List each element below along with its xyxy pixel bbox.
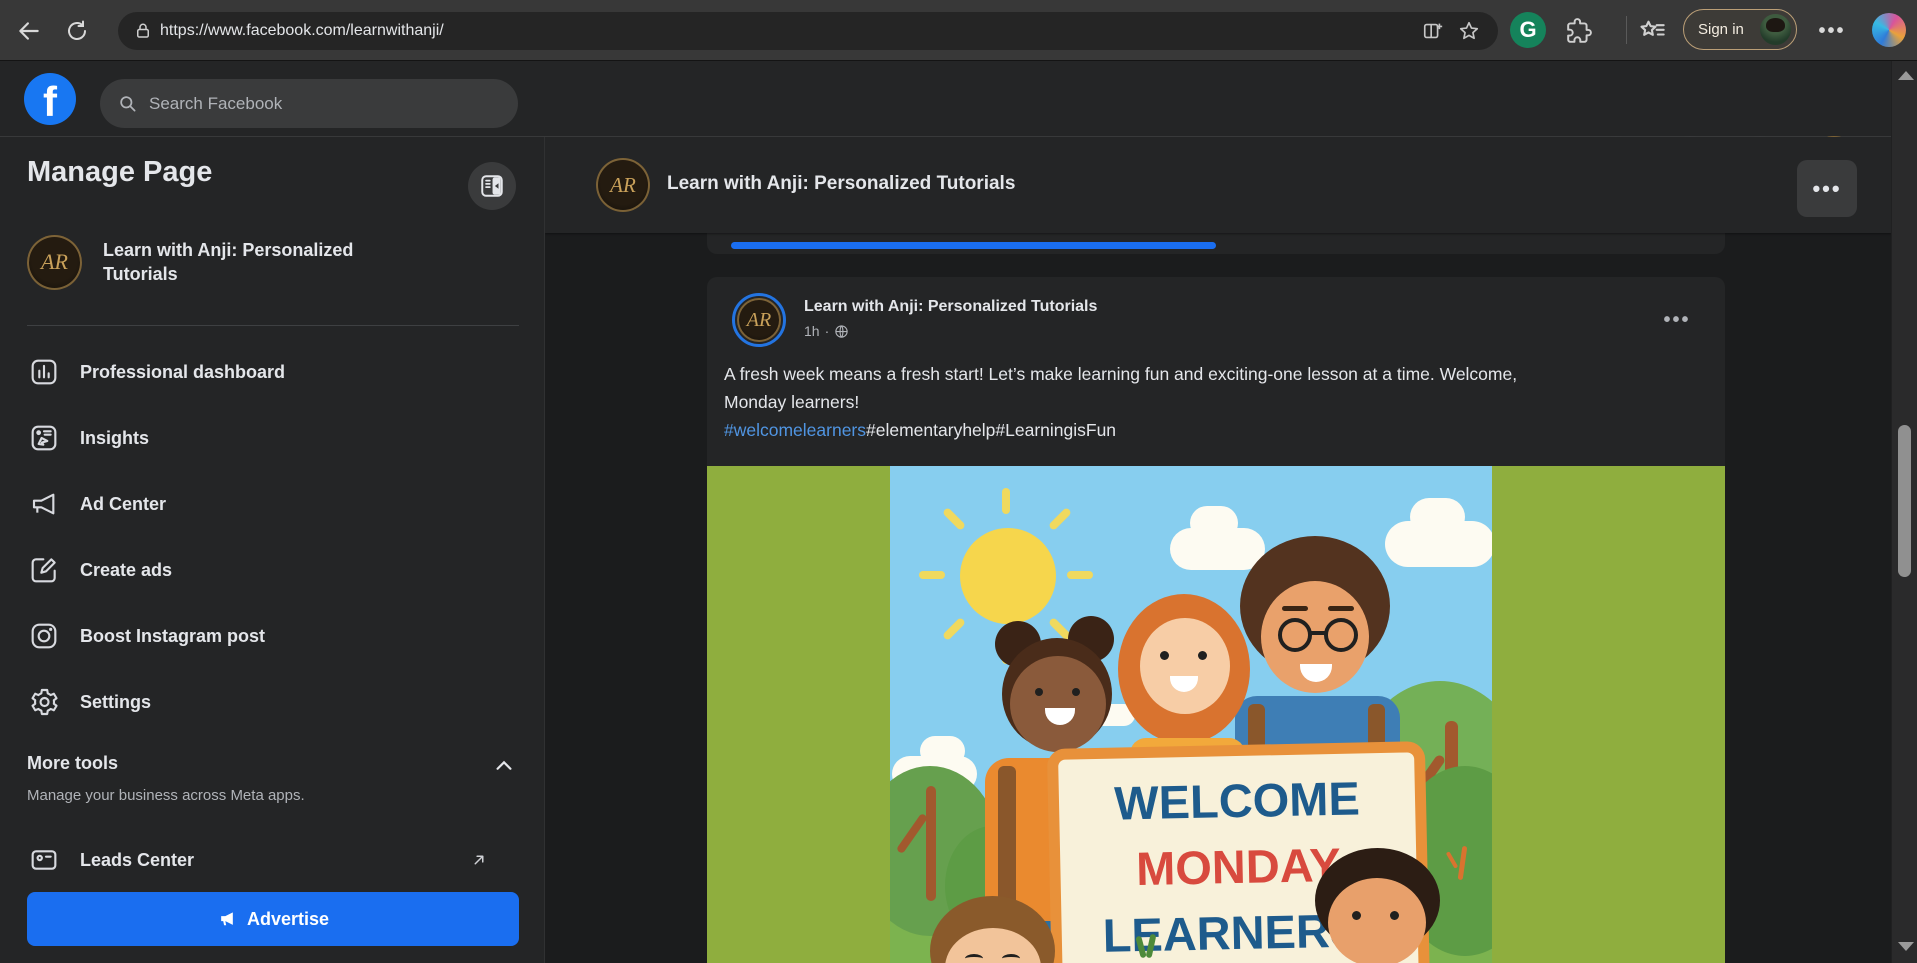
grammarly-icon[interactable]: G — [1510, 12, 1546, 48]
hashtags-plain: #elementaryhelp#LearningisFun — [866, 420, 1117, 440]
manage-page-sidebar: Manage Page AR Learn with Anji: Personal… — [0, 137, 545, 963]
gear-icon — [28, 686, 60, 718]
page-avatar[interactable]: AR — [596, 158, 650, 212]
globe-public-icon — [835, 324, 848, 338]
external-link-arrow-icon — [470, 851, 488, 869]
scrollbar-thumb[interactable] — [1898, 425, 1911, 577]
advertise-button[interactable]: Advertise — [27, 892, 519, 946]
post-author-name[interactable]: Learn with Anji: Personalized Tutorials — [804, 298, 1097, 316]
page-scrollbar[interactable] — [1891, 61, 1917, 963]
sidebar-item-professional-dashboard[interactable]: Professional dashboard — [14, 340, 514, 404]
facebook-logo[interactable]: f — [24, 73, 76, 125]
chevron-up-icon[interactable] — [493, 755, 515, 777]
sidebar-item-label: Boost Instagram post — [80, 625, 266, 646]
insights-icon — [28, 422, 60, 454]
post-author-avatar[interactable]: AR — [732, 293, 786, 347]
more-tools-subtitle: Manage your business across Meta apps. — [27, 787, 305, 804]
sign-line-2: MONDAY — [1135, 837, 1342, 896]
sidebar-item-leads-center[interactable]: Leads Center — [14, 835, 514, 885]
post-more-button[interactable]: ••• — [1657, 305, 1697, 335]
reload-icon[interactable] — [58, 12, 96, 50]
sidebar-item-boost-instagram-post[interactable]: Boost Instagram post — [14, 604, 514, 668]
extensions-puzzle-icon[interactable] — [1562, 14, 1596, 48]
leads-contact-card-icon — [28, 844, 60, 876]
page-header-title: Learn with Anji: Personalized Tutorials — [667, 173, 1016, 194]
page-name: Learn with Anji: Personalized Tutorials — [103, 240, 354, 284]
advertise-label: Advertise — [246, 908, 330, 929]
url-text[interactable]: https://www.facebook.com/learnwithanji/ — [160, 22, 444, 40]
sidebar-item-label: Professional dashboard — [80, 361, 286, 382]
post-time[interactable]: 1h — [804, 323, 820, 339]
more-tools-title: More tools — [27, 753, 119, 773]
illustration-panel: WELCOME MONDAY LEARNERS! — [890, 466, 1492, 963]
facebook-navbar: f AR — [0, 61, 1917, 196]
sidebar-current-page[interactable]: AR Learn with Anji: Personalized Tutoria… — [14, 223, 514, 301]
post-text-line2: Monday learners! — [724, 392, 860, 412]
avatar-monogram: AR — [737, 298, 781, 342]
toolbar-divider — [1626, 16, 1627, 44]
sign-line-1: WELCOME — [1113, 771, 1361, 830]
sidebar-item-label: Leads Center — [80, 849, 195, 870]
sidebar-item-label: Create ads — [80, 559, 173, 580]
page-avatar: AR — [27, 234, 82, 290]
post-body: A fresh week means a fresh start! Let’s … — [724, 360, 1709, 444]
instagram-icon — [28, 620, 60, 652]
post-card: AR Learn with Anji: Personalized Tutoria… — [707, 277, 1725, 963]
sidebar-title: Manage Page — [27, 156, 213, 188]
browser-window: https://www.facebook.com/learnwithanji/ … — [0, 0, 1917, 963]
post-text-line1: A fresh week means a fresh start! Let’s … — [724, 364, 1518, 384]
favorite-star-icon[interactable] — [1458, 20, 1480, 42]
megaphone-icon — [28, 488, 60, 520]
split-screen-icon[interactable] — [1422, 20, 1444, 42]
sidebar-item-insights[interactable]: Insights — [14, 406, 514, 470]
sign-in-label: Sign in — [1698, 21, 1744, 38]
sidebar-item-label: Ad Center — [80, 493, 167, 514]
search-icon — [120, 96, 136, 112]
browser-menu-ellipsis-icon[interactable]: ••• — [1812, 12, 1852, 50]
lock-icon[interactable] — [134, 22, 152, 40]
megaphone-icon — [221, 912, 233, 926]
sign-in-button[interactable]: Sign in — [1683, 9, 1797, 50]
hashtag-link[interactable]: #welcomelearners — [724, 420, 866, 440]
page-header: AR Learn with Anji: Personalized Tutoria… — [545, 137, 1891, 233]
more-tools-section[interactable]: More tools Manage your business across M… — [27, 753, 519, 804]
sidebar-item-create-ads[interactable]: Create ads — [14, 538, 514, 602]
sun-illustration — [960, 528, 1056, 624]
post-meta: 1h · — [804, 323, 849, 339]
create-ads-pencil-icon — [28, 554, 60, 586]
copilot-icon[interactable] — [1872, 13, 1906, 47]
sidebar-divider — [27, 325, 519, 326]
main-content: AR Learn with Anji: Personalized Tutoria… — [545, 137, 1891, 963]
dashboard-chart-icon — [28, 356, 60, 388]
upload-progress-bar — [731, 242, 1216, 249]
back-icon[interactable] — [10, 12, 48, 50]
collapse-sidebar-button[interactable] — [468, 162, 516, 210]
page-header-more-button[interactable]: ••• — [1797, 160, 1857, 217]
scrollbar-up-arrow[interactable] — [1898, 71, 1914, 80]
scrollbar-down-arrow[interactable] — [1898, 942, 1914, 951]
tree-trunk — [926, 786, 936, 901]
upload-progress-card — [707, 233, 1725, 254]
sidebar-item-settings[interactable]: Settings — [14, 670, 514, 734]
post-image[interactable]: WELCOME MONDAY LEARNERS! — [707, 466, 1725, 963]
address-bar[interactable]: https://www.facebook.com/learnwithanji/ — [118, 12, 1498, 50]
sidebar-item-label: Settings — [80, 691, 152, 712]
favorites-bar-icon[interactable] — [1634, 14, 1670, 48]
meta-dot: · — [824, 323, 830, 339]
browser-toolbar: https://www.facebook.com/learnwithanji/ … — [0, 0, 1917, 61]
search-bar[interactable] — [100, 79, 518, 128]
browser-profile-avatar — [1760, 14, 1791, 45]
search-input[interactable] — [147, 92, 467, 115]
sidebar-item-ad-center[interactable]: Ad Center — [14, 472, 514, 536]
sidebar-item-label: Insights — [80, 427, 150, 448]
